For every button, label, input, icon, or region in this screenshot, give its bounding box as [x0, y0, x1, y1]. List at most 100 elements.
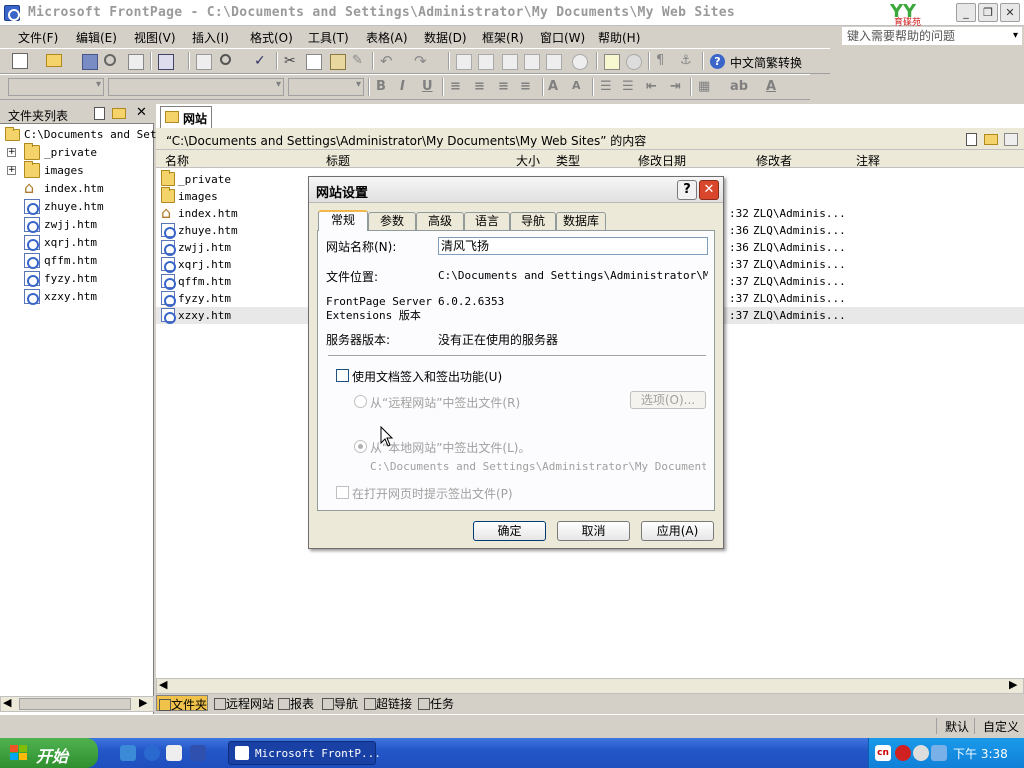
tab-navigation[interactable]: 导航 — [320, 695, 358, 711]
toggle-pane-icon[interactable] — [158, 54, 174, 70]
network-icon[interactable] — [931, 745, 947, 761]
column-modified-date[interactable]: 修改日期 — [638, 152, 686, 169]
insert-table-icon[interactable] — [478, 54, 494, 70]
tab-language[interactable]: 语言 — [464, 212, 510, 230]
anchor-icon[interactable]: ⚓ — [680, 53, 696, 69]
menu-edit[interactable]: 编辑(E) — [76, 29, 117, 46]
font-dropdown[interactable] — [108, 78, 284, 96]
frontpage-app-icon[interactable] — [4, 5, 20, 21]
font-color-icon[interactable]: A — [766, 79, 776, 94]
borders-icon[interactable]: ▦ — [698, 79, 710, 94]
menu-format[interactable]: 格式(O) — [250, 29, 293, 46]
refresh-icon[interactable] — [604, 54, 620, 70]
prompt-checkout-checkbox[interactable] — [336, 486, 349, 499]
expand-icon[interactable]: + — [7, 166, 16, 175]
format-painter-icon[interactable]: ✎ — [352, 53, 368, 69]
highlight-icon[interactable]: ab — [730, 79, 748, 94]
menu-file[interactable]: 文件(F) — [18, 29, 58, 46]
dialog-help-button[interactable]: ? — [677, 180, 697, 200]
dialog-close-button[interactable]: ✕ — [699, 180, 719, 200]
checkin-label[interactable]: 使用文档签入和签出功能(U) — [352, 368, 502, 385]
save-icon[interactable] — [82, 54, 98, 70]
insert-picture-icon[interactable] — [524, 54, 540, 70]
new-folder-icon[interactable] — [984, 134, 998, 145]
align-center-icon[interactable]: ≡ — [474, 79, 485, 94]
menu-data[interactable]: 数据(D) — [424, 29, 467, 46]
redo-icon[interactable]: ↷ — [414, 52, 430, 70]
tab-navigation[interactable]: 导航 — [510, 212, 556, 230]
tab-advanced[interactable]: 高级 — [416, 212, 464, 230]
local-checkout-radio[interactable] — [354, 440, 367, 453]
undo-icon[interactable]: ↶ — [380, 52, 396, 70]
new-page-icon[interactable] — [94, 107, 105, 120]
paste-icon[interactable] — [330, 54, 346, 70]
local-checkout-label[interactable]: 从“本地网站”中签出文件(L)。 — [370, 439, 530, 456]
ok-button[interactable]: 确定 — [473, 521, 546, 541]
folder-list-scrollbar[interactable]: ◀ ▶ — [0, 696, 154, 712]
new-page-icon[interactable] — [966, 133, 977, 146]
bold-button[interactable]: B — [376, 79, 386, 94]
tab-reports[interactable]: 报表 — [276, 695, 314, 711]
open-folder-icon[interactable] — [46, 54, 62, 67]
menu-tools[interactable]: 工具(T) — [308, 29, 349, 46]
align-right-icon[interactable]: ≡ — [498, 79, 509, 94]
column-size[interactable]: 大小 — [516, 152, 540, 169]
cut-icon[interactable]: ✂ — [284, 53, 300, 69]
prompt-checkout-label[interactable]: 在打开网页时提示签出文件(P) — [352, 485, 513, 502]
scroll-thumb[interactable] — [19, 698, 131, 710]
start-button[interactable]: 开始 — [0, 738, 98, 768]
menu-window[interactable]: 窗口(W) — [540, 29, 585, 46]
copy-icon[interactable] — [306, 54, 322, 70]
desktop-icon[interactable] — [120, 745, 136, 761]
menu-frames[interactable]: 框架(R) — [482, 29, 524, 46]
drawing-icon[interactable] — [546, 54, 562, 70]
minimize-button[interactable]: _ — [956, 3, 976, 22]
options-button[interactable]: 选项(O)... — [630, 391, 706, 409]
web-component-icon[interactable] — [456, 54, 472, 70]
cancel-button[interactable]: 取消 — [557, 521, 630, 541]
decrease-font-icon[interactable]: A — [572, 79, 581, 92]
tray-red-icon[interactable] — [895, 745, 911, 761]
tab-tasks[interactable]: 任务 — [416, 695, 454, 711]
new-folder-icon[interactable] — [112, 108, 126, 119]
checkin-checkbox[interactable] — [336, 369, 349, 382]
publish-icon[interactable] — [128, 54, 144, 70]
increase-indent-icon[interactable]: ⇥ — [670, 79, 681, 94]
expand-icon[interactable]: + — [7, 148, 16, 157]
column-name[interactable]: 名称 — [165, 152, 189, 169]
up-folder-icon[interactable] — [1004, 133, 1018, 146]
apply-button[interactable]: 应用(A) — [641, 521, 714, 541]
search-icon[interactable] — [104, 54, 116, 66]
ime-cn-icon[interactable]: cn — [875, 745, 891, 761]
align-left-icon[interactable]: ≡ — [450, 79, 461, 94]
column-type[interactable]: 类型 — [556, 152, 580, 169]
new-page-icon[interactable] — [12, 53, 28, 69]
tab-folders[interactable]: 文件夹 — [156, 695, 208, 712]
remote-checkout-radio[interactable] — [354, 395, 367, 408]
column-title[interactable]: 标题 — [326, 152, 350, 169]
spelling-icon[interactable]: ✓ — [254, 53, 270, 69]
restore-button[interactable]: ❐ — [978, 3, 998, 22]
style-dropdown[interactable] — [8, 78, 104, 96]
horizontal-scrollbar[interactable]: ◀ ▶ — [156, 678, 1024, 694]
insert-layer-icon[interactable] — [502, 54, 518, 70]
column-modified-by[interactable]: 修改者 — [756, 152, 792, 169]
tab-database[interactable]: 数据库 — [556, 212, 606, 230]
stop-icon[interactable] — [626, 54, 642, 70]
preview-icon[interactable] — [220, 54, 231, 65]
quick-launch-icon[interactable] — [190, 745, 206, 761]
italic-button[interactable]: I — [400, 79, 405, 94]
hyperlink-icon[interactable] — [572, 54, 588, 70]
tab-parameters[interactable]: 参数 — [368, 212, 416, 230]
menu-view[interactable]: 视图(V) — [134, 29, 176, 46]
print-icon[interactable] — [196, 54, 212, 70]
show-all-icon[interactable]: ¶ — [656, 53, 672, 69]
scroll-right-arrow-icon[interactable]: ▶ — [1009, 678, 1017, 691]
tab-remote-site[interactable]: 远程网站 — [212, 695, 274, 711]
close-panel-icon[interactable]: ✕ — [136, 105, 147, 120]
menu-table[interactable]: 表格(A) — [366, 29, 408, 46]
underline-button[interactable]: U — [422, 79, 433, 94]
remote-checkout-label[interactable]: 从“远程网站”中签出文件(R) — [370, 394, 520, 411]
chinese-convert-button[interactable]: 中文简繁转换 — [730, 54, 802, 71]
font-size-dropdown[interactable] — [288, 78, 364, 96]
